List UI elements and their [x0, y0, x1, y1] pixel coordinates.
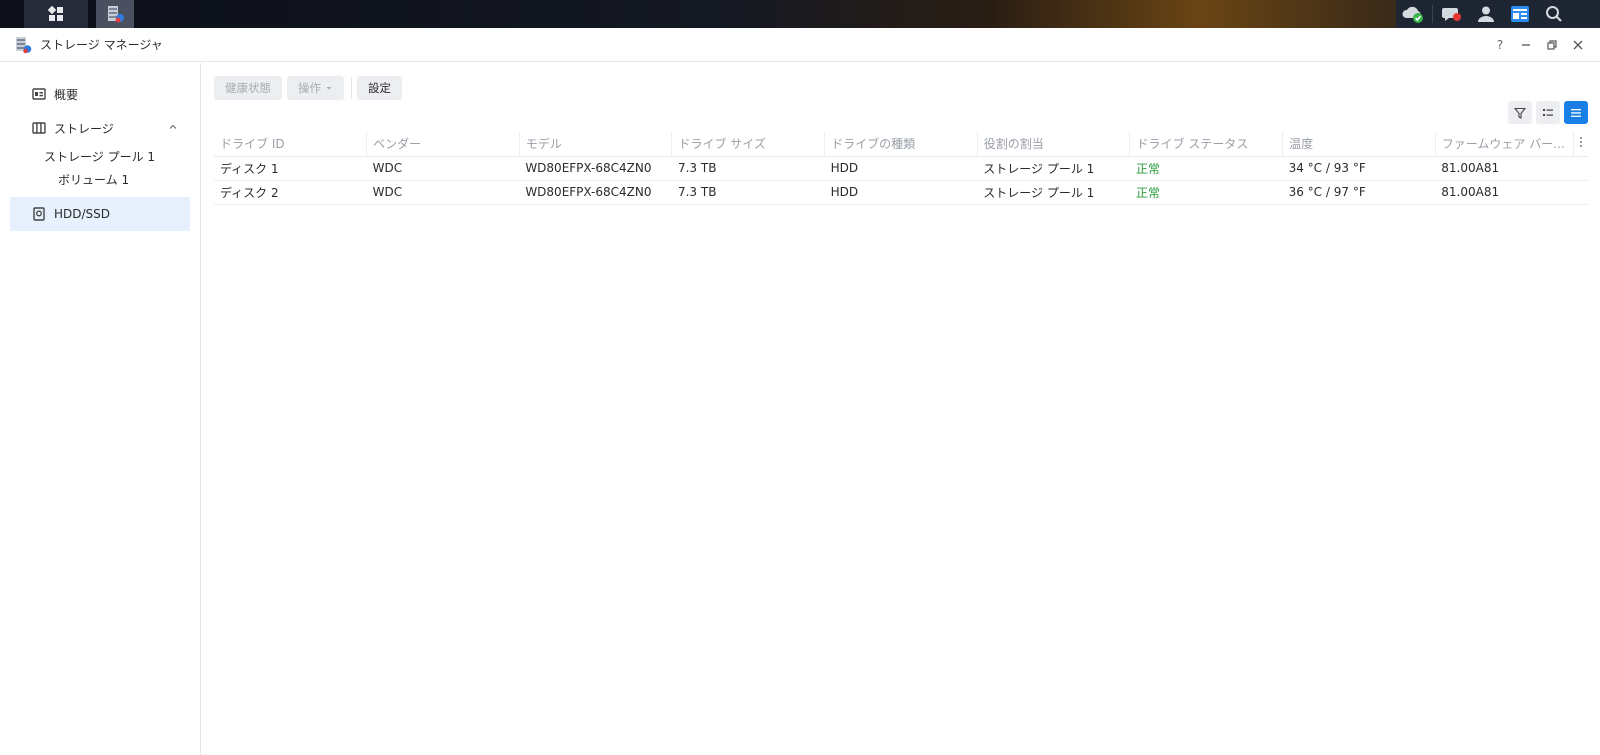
column-header-role[interactable]: 役割の割当: [977, 132, 1131, 157]
main-menu-button[interactable]: [24, 0, 88, 28]
window-controls: ?: [1492, 28, 1586, 62]
table-view-icon: [1571, 108, 1581, 117]
storage-manager-taskbar-button[interactable]: [96, 0, 134, 28]
cell-drive-id: ディスク 2: [214, 180, 367, 205]
column-header-firmware-version[interactable]: ファームウェア バージョン: [1435, 132, 1575, 157]
filter-button[interactable]: [1508, 101, 1532, 124]
taskbar: [0, 0, 1600, 28]
action-dropdown-button[interactable]: 操作: [287, 76, 344, 100]
cell-drive-type: HDD: [824, 156, 978, 181]
storage-manager-app-icon: [108, 6, 124, 23]
toolbar-divider: [351, 77, 352, 99]
cell-firmware-version: 81.00A81: [1435, 180, 1574, 205]
cell-role: ストレージ プール 1: [977, 180, 1130, 205]
sidebar-item-storage-pool-1[interactable]: ストレージ プール 1: [0, 145, 200, 168]
storage-manager-app-icon: [16, 36, 32, 53]
chat-notification-icon: [1442, 8, 1461, 21]
sidebar-item-volume-1[interactable]: ボリューム 1: [0, 168, 200, 191]
widgets-button[interactable]: [1503, 0, 1537, 28]
settings-label: 設定: [368, 81, 391, 95]
minimize-icon: [1522, 44, 1530, 46]
column-header-drive-size[interactable]: ドライブ サイズ: [671, 132, 826, 157]
settings-button[interactable]: 設定: [357, 76, 402, 100]
more-vertical-icon: [1580, 137, 1583, 148]
view-controls: [1508, 101, 1588, 124]
sidebar-item-label: HDD/SSD: [54, 207, 111, 221]
widgets-icon: [1511, 6, 1529, 22]
health-status-button[interactable]: 健康状態: [214, 76, 282, 100]
cloud-sync-button[interactable]: [1396, 0, 1430, 28]
caret-down-icon: [326, 87, 332, 90]
sidebar-item-storage[interactable]: ストレージ: [10, 111, 190, 145]
cell-vendor: WDC: [366, 156, 520, 181]
chevron-up-icon[interactable]: [168, 122, 178, 132]
cell-drive-size: 7.3 TB: [671, 156, 825, 181]
cell-model: WD80EFPX-68C4ZN0: [519, 180, 672, 205]
cell-temperature: 36 °C / 97 °F: [1282, 180, 1436, 205]
cell-role: ストレージ プール 1: [977, 156, 1130, 181]
column-menu-button[interactable]: [1573, 132, 1588, 157]
close-button[interactable]: [1570, 37, 1586, 53]
main-panel: 健康状態 操作 設定 ドライブ ID ベンダー モデル ドライブ サイズ ドライ…: [202, 63, 1600, 755]
cell-spacer: [1573, 156, 1588, 181]
column-header-temperature[interactable]: 温度: [1282, 132, 1436, 157]
list-view-icon: [1543, 108, 1553, 116]
user-button[interactable]: [1469, 0, 1503, 28]
taskbar-tray: [1396, 0, 1600, 28]
table-row[interactable]: ディスク 2 WDC WD80EFPX-68C4ZN0 7.3 TB HDD ス…: [214, 180, 1588, 205]
tray-divider: [1432, 5, 1433, 23]
restore-button[interactable]: [1544, 37, 1560, 53]
search-button[interactable]: [1537, 0, 1571, 28]
action-label: 操作: [298, 81, 321, 95]
sidebar-item-label: ボリューム 1: [58, 173, 130, 187]
sidebar: 概要 ストレージ ストレージ プール 1 ボリューム 1 HDD/SSD: [0, 63, 201, 755]
overview-icon: [32, 88, 46, 100]
cell-model: WD80EFPX-68C4ZN0: [519, 156, 672, 181]
column-header-vendor[interactable]: ベンダー: [366, 132, 520, 157]
cell-firmware-version: 81.00A81: [1435, 156, 1574, 181]
sidebar-item-hdd-ssd[interactable]: HDD/SSD: [10, 197, 190, 231]
storage-manager-window: ストレージ マネージャ ? 概要 ストレージ ストレージ プール 1 ボリューム…: [0, 28, 1600, 755]
user-icon: [1478, 6, 1494, 22]
restore-icon: [1547, 40, 1557, 50]
table-row[interactable]: ディスク 1 WDC WD80EFPX-68C4ZN0 7.3 TB HDD ス…: [214, 156, 1588, 181]
toolbar: 健康状態 操作 設定: [202, 63, 1600, 103]
cell-spacer: [1573, 180, 1588, 205]
cloud-check-icon: [1402, 6, 1423, 23]
minimize-button[interactable]: [1518, 37, 1534, 53]
drive-table: ドライブ ID ベンダー モデル ドライブ サイズ ドライブの種類 役割の割当 …: [214, 132, 1588, 205]
health-status-label: 健康状態: [225, 81, 271, 95]
column-header-model[interactable]: モデル: [519, 132, 673, 157]
cell-vendor: WDC: [366, 180, 520, 205]
search-icon: [1546, 6, 1562, 22]
cell-drive-type: HDD: [824, 180, 978, 205]
filter-icon: [1514, 107, 1526, 119]
close-icon: [1573, 40, 1583, 50]
sidebar-item-label: 概要: [54, 87, 79, 102]
help-icon: ?: [1496, 38, 1504, 52]
column-header-drive-type[interactable]: ドライブの種類: [824, 132, 978, 157]
sidebar-item-overview[interactable]: 概要: [10, 77, 190, 111]
storage-icon: [32, 122, 46, 134]
main-menu-icon: [48, 6, 63, 21]
column-header-drive-status[interactable]: ドライブ ステータス: [1129, 132, 1284, 157]
table-view-button[interactable]: [1564, 101, 1588, 124]
notifications-button[interactable]: [1435, 0, 1469, 28]
column-header-drive-id[interactable]: ドライブ ID: [214, 132, 368, 157]
sidebar-item-label: ストレージ: [54, 121, 114, 136]
cell-temperature: 34 °C / 93 °F: [1282, 156, 1436, 181]
cell-drive-status: 正常: [1129, 180, 1283, 205]
help-button[interactable]: ?: [1492, 37, 1508, 53]
cell-drive-size: 7.3 TB: [671, 180, 825, 205]
cell-drive-status: 正常: [1129, 156, 1283, 181]
window-titlebar[interactable]: ストレージ マネージャ ?: [0, 28, 1600, 62]
sidebar-item-label: ストレージ プール 1: [44, 150, 156, 164]
window-title: ストレージ マネージャ: [40, 38, 163, 52]
table-header-row: ドライブ ID ベンダー モデル ドライブ サイズ ドライブの種類 役割の割当 …: [214, 132, 1588, 157]
hdd-icon: [33, 207, 45, 221]
list-view-button[interactable]: [1536, 101, 1560, 124]
cell-drive-id: ディスク 1: [214, 156, 367, 181]
